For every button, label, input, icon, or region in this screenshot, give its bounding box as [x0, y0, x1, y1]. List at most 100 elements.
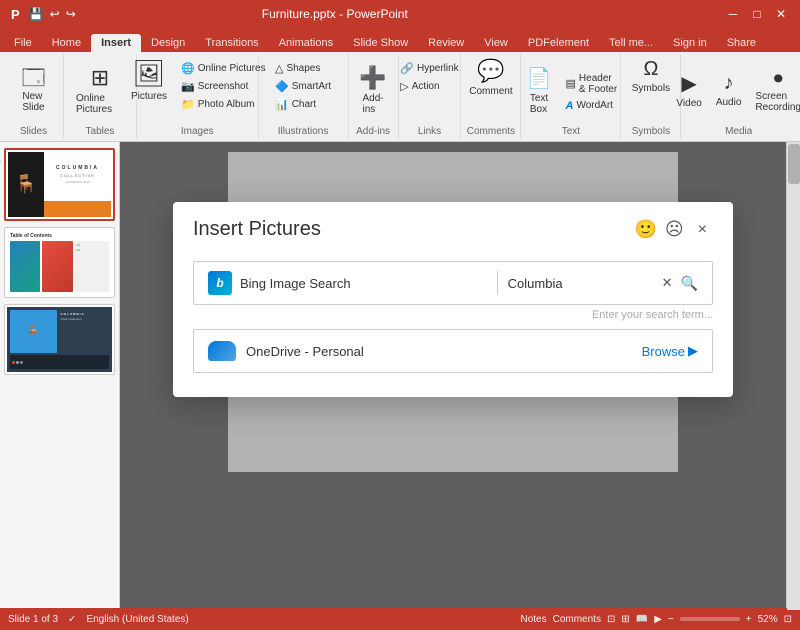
quick-access-undo[interactable]: ↩ [50, 7, 60, 21]
comment-button[interactable]: 💬 Comment [463, 56, 518, 99]
video-icon: ▶ [681, 71, 696, 96]
bing-search-input[interactable] [508, 276, 658, 291]
insert-pictures-modal: Insert Pictures 🙂 ☹ × b Bin [173, 202, 733, 397]
comments-button[interactable]: Comments [553, 614, 601, 625]
clear-search-button[interactable]: ✕ [658, 273, 677, 293]
pictures-icon: 🖼 [132, 58, 165, 89]
zoom-in-button[interactable]: + [746, 614, 752, 625]
fit-to-window-button[interactable]: ⊡ [784, 614, 792, 625]
tab-insert[interactable]: Insert [91, 34, 141, 52]
title-text: Furniture.pptx - PowerPoint [262, 7, 408, 21]
view-normal-icon[interactable]: ⊡ [607, 614, 615, 625]
onedrive-row: OneDrive - Personal Browse ▶ [193, 329, 713, 373]
view-sorter-icon[interactable]: ⊞ [621, 614, 629, 625]
quick-access-redo[interactable]: ↪ [66, 7, 76, 21]
comments-group-label: Comments [467, 124, 515, 137]
minimize-button[interactable]: ─ [722, 4, 744, 24]
wordart-button[interactable]: A WordArt [562, 98, 622, 114]
slide-3-content: 🪑 COLUMBIA Chair Collection [7, 307, 112, 372]
bing-label: Bing Image Search [240, 276, 351, 291]
slide-panel: 1 🪑 COLUMBIA COLLECTIVE LOOKBOOK 2019 2 [0, 142, 120, 608]
view-reading-icon[interactable]: 📖 [636, 614, 648, 625]
media-group-label: Media [725, 124, 752, 137]
browse-button[interactable]: Browse ▶ [642, 343, 698, 359]
images-group-label: Images [181, 124, 214, 137]
smartart-icon: 🔷 [275, 80, 289, 93]
quick-access-save[interactable]: 💾 [29, 7, 44, 21]
header-footer-button[interactable]: ▤ Header& Footer [562, 71, 622, 97]
tab-animations[interactable]: Animations [269, 34, 343, 52]
pictures-button[interactable]: 🖼 Pictures [125, 56, 173, 104]
browse-arrow-icon: ▶ [688, 343, 698, 359]
smiley-sad-icon[interactable]: ☹ [665, 219, 684, 240]
status-bar-left: Slide 1 of 3 ✓ English (United States) [8, 614, 189, 625]
zoom-value: 52% [758, 614, 778, 625]
slide-1-content: 🪑 COLUMBIA COLLECTIVE LOOKBOOK 2019 [8, 152, 111, 217]
restore-button[interactable]: □ [746, 4, 768, 24]
bing-search-row: b Bing Image Search ✕ 🔍 [193, 261, 713, 305]
photo-album-button[interactable]: 📁 Photo Album [177, 96, 270, 113]
action-button[interactable]: ▷ Action [396, 78, 462, 95]
hyperlink-button[interactable]: 🔗 Hyperlink [396, 60, 462, 77]
slide-thumbnail-2[interactable]: 2 Table of Contents 21 01 [4, 227, 115, 298]
ribbon-tabs: File Home Insert Design Transitions Anim… [0, 28, 800, 52]
zoom-slider[interactable] [680, 617, 740, 621]
table-button[interactable]: ⊞ Online Pictures [70, 63, 130, 117]
tab-file[interactable]: File [4, 34, 42, 52]
tab-review[interactable]: Review [418, 34, 474, 52]
modal-close-button[interactable]: × [692, 219, 713, 241]
ribbon-group-media: ▶ Video ♪ Audio ⏺ ScreenRecording Media [681, 54, 796, 139]
language-indicator[interactable]: English (United States) [86, 614, 188, 625]
smiley-happy-icon[interactable]: 🙂 [634, 219, 656, 240]
online-pictures-button[interactable]: 🌐 Online Pictures [177, 60, 270, 77]
notes-button[interactable]: Notes [520, 614, 546, 625]
main-area: 1 🪑 COLUMBIA COLLECTIVE LOOKBOOK 2019 2 [0, 142, 800, 608]
modal-header: Insert Pictures 🙂 ☹ × [173, 202, 733, 249]
shapes-icon: △ [275, 62, 283, 75]
screenshot-button[interactable]: 📷 Screenshot [177, 78, 270, 95]
slide-2-content: Table of Contents 21 01 [7, 230, 112, 295]
smartart-button[interactable]: 🔷 SmartArt [271, 78, 335, 95]
chart-icon: 📊 [275, 98, 289, 111]
modal-title: Insert Pictures [193, 218, 321, 241]
search-go-button[interactable]: 🔍 [677, 273, 702, 294]
header-footer-icon: ▤ [566, 77, 576, 90]
video-button[interactable]: ▶ Video [670, 69, 707, 111]
right-scrollbar[interactable] [786, 142, 800, 608]
slide-thumbnail-3[interactable]: 3 🪑 COLUMBIA Chair Collection [4, 304, 115, 375]
screen-recording-icon: ⏺ [774, 68, 783, 89]
audio-button[interactable]: ♪ Audio [710, 70, 748, 110]
symbols-button[interactable]: Ω Symbols [626, 56, 676, 96]
tab-slideshow[interactable]: Slide Show [343, 34, 418, 52]
slide-thumbnail-1[interactable]: 1 🪑 COLUMBIA COLLECTIVE LOOKBOOK 2019 [4, 148, 115, 221]
close-button[interactable]: ✕ [770, 4, 792, 24]
screen-recording-button[interactable]: ⏺ ScreenRecording [749, 66, 800, 115]
tab-tellme[interactable]: Tell me... [599, 34, 663, 52]
chart-button[interactable]: 📊 Chart [271, 96, 335, 113]
addins-button[interactable]: ➕ Add-ins [353, 63, 393, 117]
scrollbar-thumb[interactable] [788, 144, 800, 184]
tab-signin[interactable]: Sign in [663, 34, 717, 52]
tables-group-label: Tables [86, 124, 115, 137]
tab-share[interactable]: Share [717, 34, 766, 52]
tab-design[interactable]: Design [141, 34, 195, 52]
new-slide-icon: 🗔 [22, 67, 46, 89]
textbox-button[interactable]: 📄 TextBox [521, 64, 558, 117]
ribbon-group-comments: 💬 Comment Comments [461, 54, 521, 139]
online-pictures-icon: 🌐 [181, 62, 195, 75]
new-slide-button[interactable]: 🗔 NewSlide [14, 65, 54, 115]
ribbon-group-addins: ➕ Add-ins Add-ins [349, 54, 399, 139]
tab-transitions[interactable]: Transitions [195, 34, 268, 52]
view-presenter-icon[interactable]: ▶ [654, 614, 662, 625]
slide-number-1: 1 [0, 154, 1, 164]
tab-home[interactable]: Home [42, 34, 91, 52]
browse-label: Browse [642, 344, 685, 359]
tab-pdfelement[interactable]: PDFelement [518, 34, 599, 52]
title-bar-left: P 💾 ↩ ↪ Furniture.pptx - PowerPoint [8, 7, 408, 22]
scrollbar-track [787, 144, 800, 610]
shapes-button[interactable]: △ Shapes [271, 60, 335, 77]
tab-view[interactable]: View [474, 34, 518, 52]
window-controls[interactable]: ─ □ ✕ [722, 4, 792, 24]
zoom-out-button[interactable]: − [668, 614, 674, 625]
search-hint: Enter your search term... [193, 309, 713, 321]
